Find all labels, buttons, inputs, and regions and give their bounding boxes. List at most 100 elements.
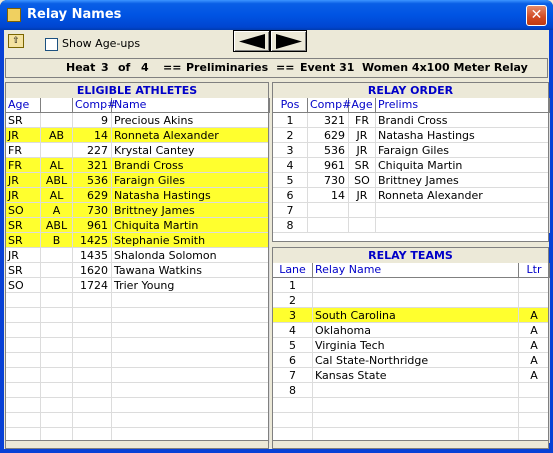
column-header-comp-col[interactable]: Comp#: [308, 98, 351, 113]
cell-comp-col: 14: [73, 128, 112, 143]
cell-code-col: [41, 263, 73, 278]
column-header-prelims-col[interactable]: Prelims: [376, 98, 550, 113]
cell-name-col: [112, 398, 270, 413]
cell-relay-name-col: Oklahoma: [313, 323, 519, 338]
table-row[interactable]: SR ABL 961 Chiquita Martin: [6, 218, 270, 233]
column-header-lane-col[interactable]: Lane: [273, 263, 313, 278]
empty-row[interactable]: [6, 413, 270, 428]
cell-age-col: FR: [349, 113, 376, 128]
cell-code-col: [41, 323, 73, 338]
table-row[interactable]: SR B 1425 Stephanie Smith: [6, 233, 270, 248]
table-row[interactable]: SO A 730 Brittney James: [6, 203, 270, 218]
cell-age-col: [6, 383, 41, 398]
cell-ltr-col: A: [519, 368, 550, 383]
column-header-ltr-col[interactable]: Ltr: [519, 263, 550, 278]
show-ageups-label[interactable]: Show Age-ups: [62, 37, 140, 50]
cell-lane-col: [273, 398, 313, 413]
cell-age-col: JR: [349, 143, 376, 158]
cell-name-col: Precious Akins: [112, 113, 270, 128]
close-button[interactable]: ✕: [526, 5, 547, 26]
table-row[interactable]: 8: [273, 218, 550, 233]
empty-row[interactable]: [273, 413, 550, 428]
cell-code-col: AL: [41, 158, 73, 173]
column-header-age-col[interactable]: Age: [349, 98, 376, 113]
scroll-footer: [6, 440, 268, 448]
table-row[interactable]: SR 1620 Tawana Watkins: [6, 263, 270, 278]
cell-age-col: JR: [6, 128, 41, 143]
table-row[interactable]: 6 14 JR Ronneta Alexander: [273, 188, 550, 203]
cell-relay-name-col: South Carolina: [313, 308, 519, 323]
cell-lane-col: [273, 413, 313, 428]
table-row[interactable]: 1 321 FR Brandi Cross: [273, 113, 550, 128]
cell-comp-col: 321: [73, 158, 112, 173]
heat-total: 4: [141, 61, 149, 74]
cell-age-col: SO: [6, 278, 41, 293]
heat-info-bar: Heat 3 of 4 == Preliminaries == Event 31…: [5, 58, 548, 78]
cell-prelims-col: Ronneta Alexander: [376, 188, 550, 203]
table-row[interactable]: 7: [273, 203, 550, 218]
column-header-pos-col[interactable]: Pos: [273, 98, 308, 113]
table-row[interactable]: 3 South Carolina A: [273, 308, 550, 323]
cell-prelims-col: Chiquita Martin: [376, 158, 550, 173]
table-row[interactable]: JR AL 629 Natasha Hastings: [6, 188, 270, 203]
prev-heat-button[interactable]: [233, 30, 270, 52]
empty-row[interactable]: [273, 398, 550, 413]
empty-row[interactable]: [6, 293, 270, 308]
left-arrow-icon: [239, 34, 265, 49]
empty-row[interactable]: [6, 308, 270, 323]
table-row[interactable]: JR 1435 Shalonda Solomon: [6, 248, 270, 263]
column-header-code-col[interactable]: [41, 98, 73, 113]
client-area: ⇧ Show Age-ups Heat 3 of 4 == Preliminar…: [4, 30, 550, 449]
cell-age-col: [6, 323, 41, 338]
column-header-age-col[interactable]: Age: [6, 98, 41, 113]
table-row[interactable]: 1: [273, 278, 550, 293]
table-row[interactable]: JR AB 14 Ronneta Alexander: [6, 128, 270, 143]
cell-age-col: SR: [6, 263, 41, 278]
folder-up-icon[interactable]: ⇧: [8, 34, 24, 48]
cell-pos-col: 6: [273, 188, 308, 203]
empty-row[interactable]: [6, 383, 270, 398]
table-row[interactable]: JR ABL 536 Faraign Giles: [6, 173, 270, 188]
app-icon: [7, 8, 21, 22]
cell-code-col: A: [41, 203, 73, 218]
cell-comp-col: [308, 203, 349, 218]
table-row[interactable]: FR AL 321 Brandi Cross: [6, 158, 270, 173]
table-row[interactable]: SO 1724 Trier Young: [6, 278, 270, 293]
title-bar: Relay Names ✕: [0, 0, 553, 30]
column-header-name-col[interactable]: Name: [112, 98, 270, 113]
table-row[interactable]: 5 Virginia Tech A: [273, 338, 550, 353]
window-title: Relay Names: [27, 7, 122, 22]
empty-row[interactable]: [6, 353, 270, 368]
cell-lane-col: 7: [273, 368, 313, 383]
cell-name-col: Brittney James: [112, 203, 270, 218]
table-row[interactable]: 4 961 SR Chiquita Martin: [273, 158, 550, 173]
cell-name-col: Faraign Giles: [112, 173, 270, 188]
cell-lane-col: 2: [273, 293, 313, 308]
table-row[interactable]: 2 629 JR Natasha Hastings: [273, 128, 550, 143]
cell-relay-name-col: [313, 398, 519, 413]
column-header-comp-col[interactable]: Comp#: [73, 98, 116, 113]
table-row[interactable]: 2: [273, 293, 550, 308]
cell-age-col: [349, 218, 376, 233]
cell-comp-col: [73, 338, 112, 353]
empty-row[interactable]: [6, 398, 270, 413]
empty-row[interactable]: [6, 368, 270, 383]
table-row[interactable]: 5 730 SO Brittney James: [273, 173, 550, 188]
cell-code-col: [41, 113, 73, 128]
table-row[interactable]: 3 536 JR Faraign Giles: [273, 143, 550, 158]
next-heat-button[interactable]: [270, 30, 307, 52]
table-row[interactable]: SR 9 Precious Akins: [6, 113, 270, 128]
table-row[interactable]: 8: [273, 383, 550, 398]
empty-row[interactable]: [6, 323, 270, 338]
cell-comp-col: [73, 398, 112, 413]
empty-row[interactable]: [6, 338, 270, 353]
column-header-relay-name-col[interactable]: Relay Name: [313, 263, 519, 278]
table-row[interactable]: 6 Cal State-Northridge A: [273, 353, 550, 368]
show-ageups-checkbox[interactable]: [45, 38, 58, 51]
cell-comp-col: 227: [73, 143, 112, 158]
table-row[interactable]: FR 227 Krystal Cantey: [6, 143, 270, 158]
cell-code-col: [41, 293, 73, 308]
cell-name-col: [112, 368, 270, 383]
table-row[interactable]: 7 Kansas State A: [273, 368, 550, 383]
table-row[interactable]: 4 Oklahoma A: [273, 323, 550, 338]
